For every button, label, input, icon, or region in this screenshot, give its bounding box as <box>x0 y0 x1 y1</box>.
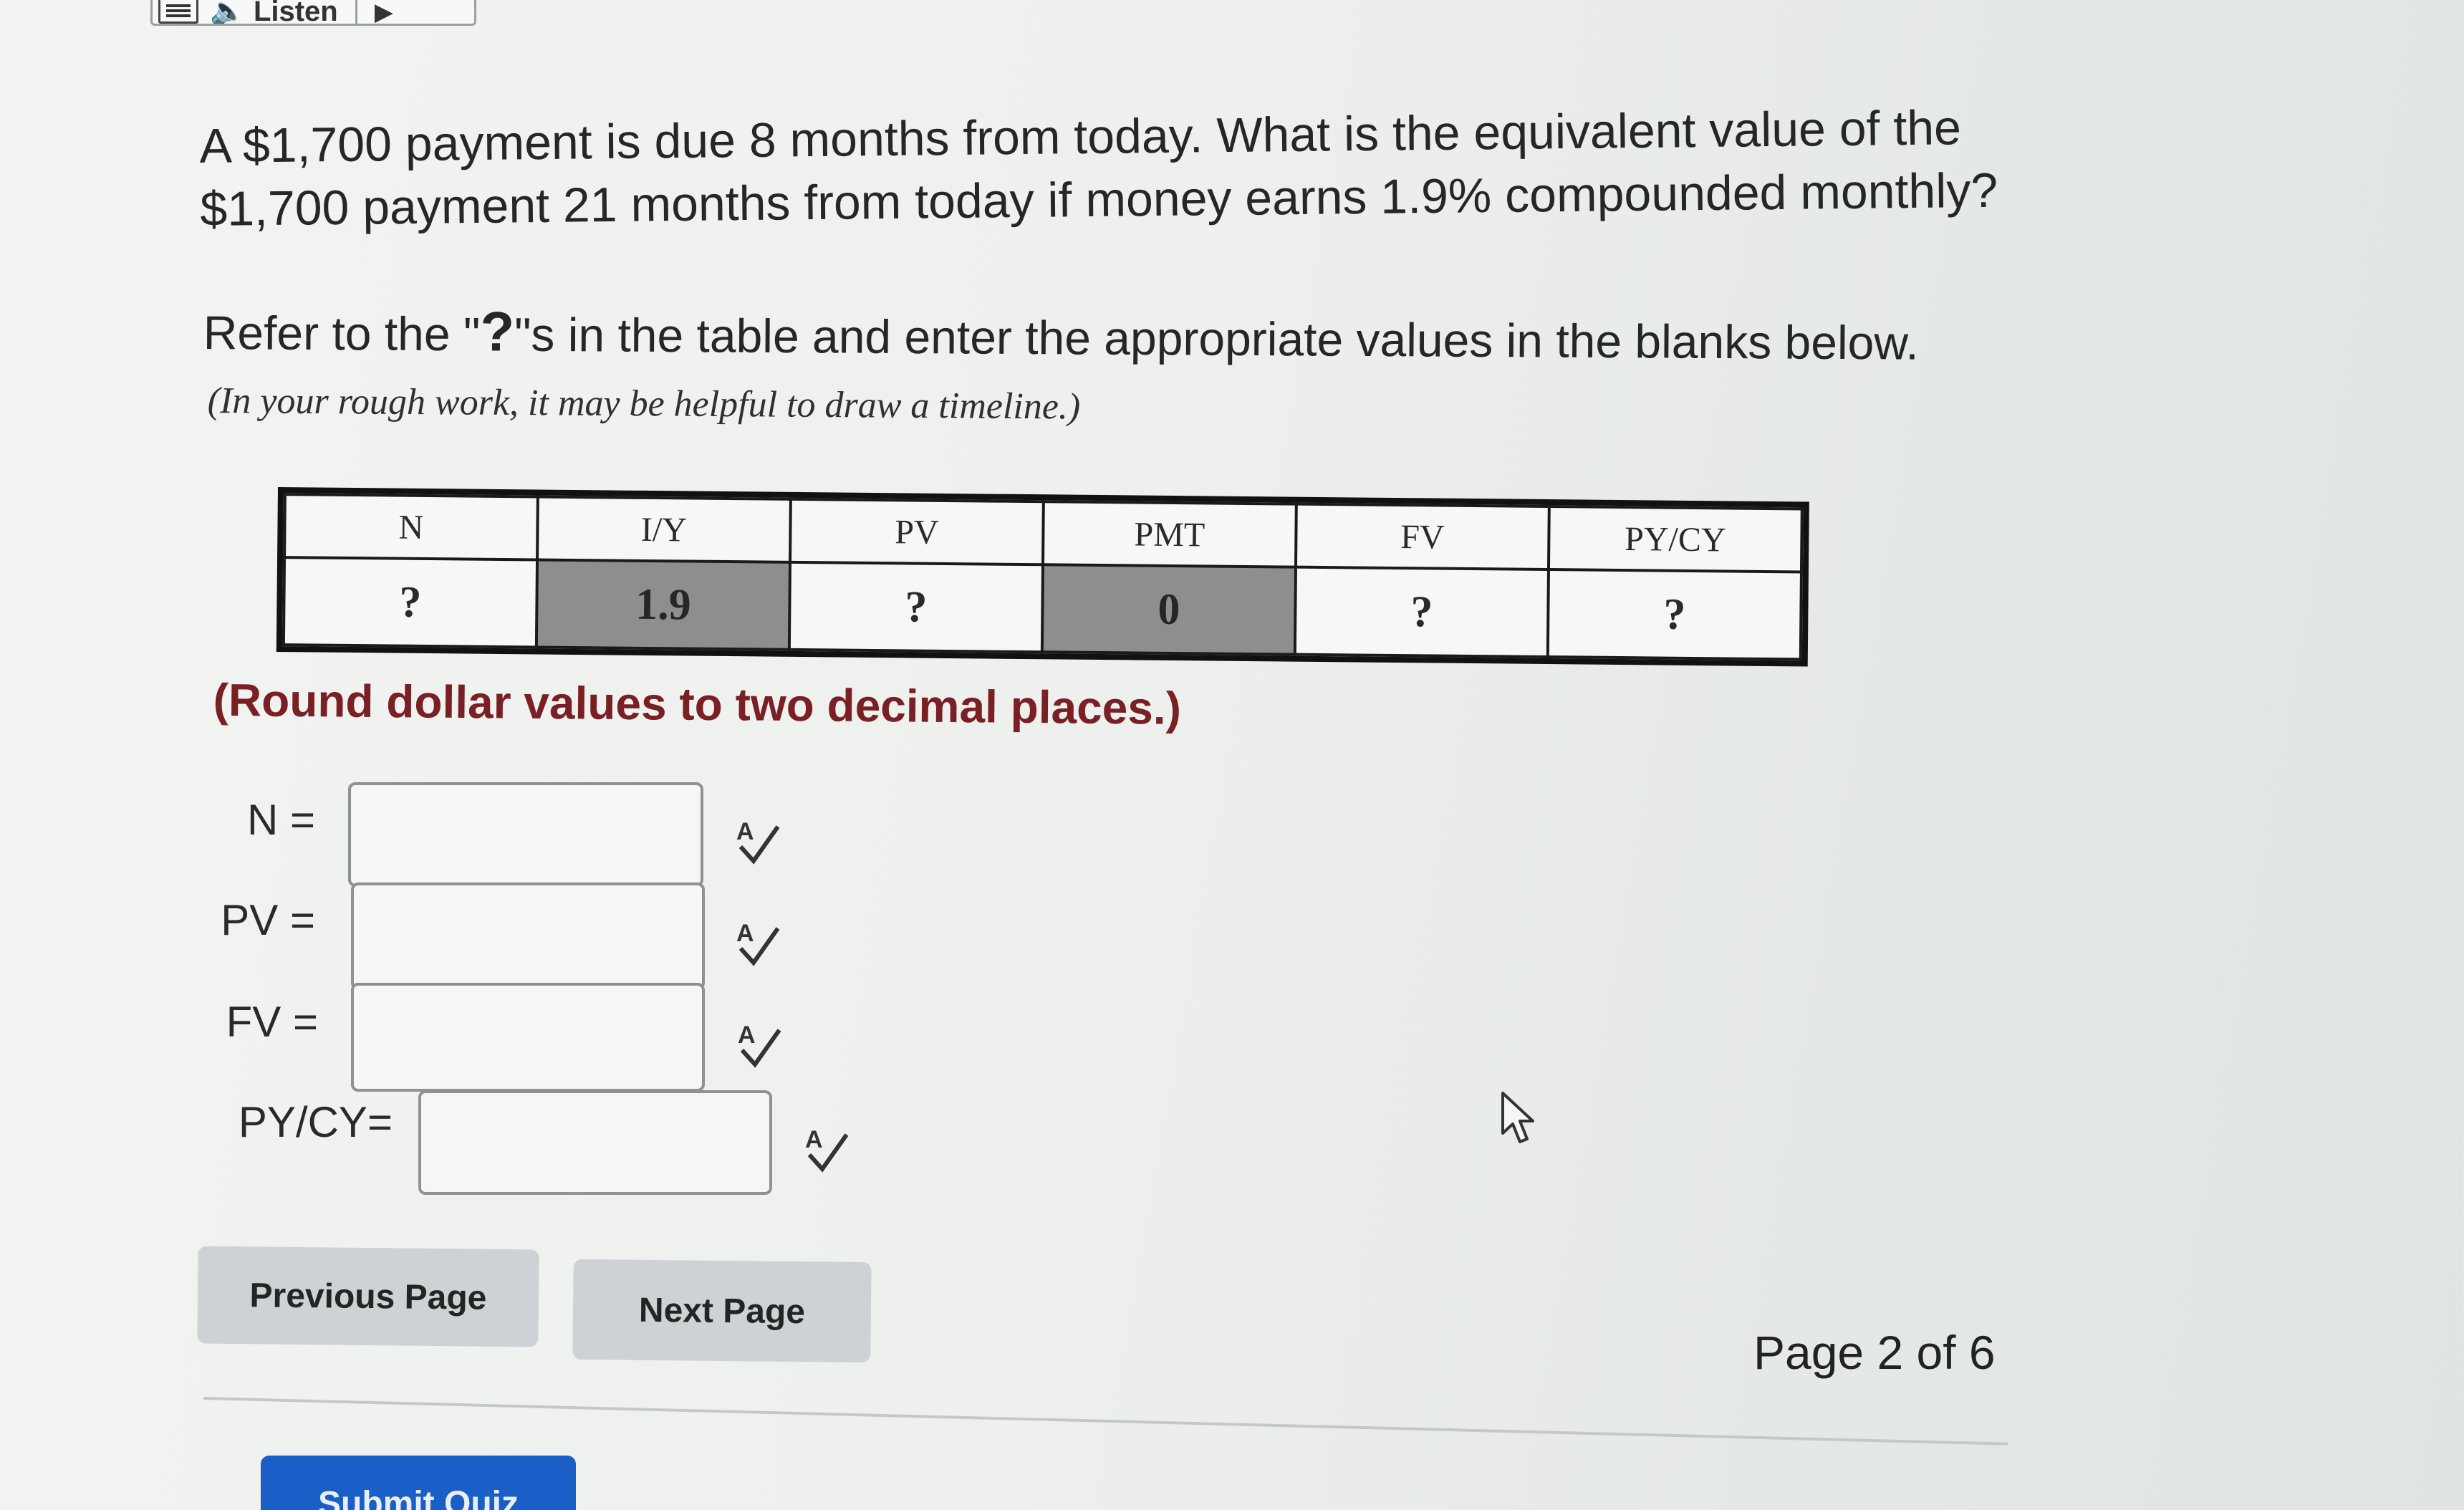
instruction-after: "s in the table and enter the appropriat… <box>514 307 1919 370</box>
page-indicator: Page 2 of 6 <box>1753 1326 1996 1379</box>
listen-button[interactable]: 🔈 Listen <box>210 0 338 24</box>
value-pycy: ? <box>1547 569 1801 660</box>
spellcheck-icon[interactable]: A <box>733 815 784 865</box>
svg-text:A: A <box>805 1126 823 1153</box>
svg-text:A: A <box>738 1021 756 1049</box>
listen-label: Listen <box>253 0 338 24</box>
spellcheck-icon[interactable]: A <box>735 1019 785 1069</box>
next-page-button[interactable]: Next Page <box>572 1259 872 1363</box>
divider <box>203 1397 2008 1446</box>
answer-input-n[interactable] <box>348 782 703 887</box>
value-pv: ? <box>789 562 1044 653</box>
value-n: ? <box>283 557 538 648</box>
reader-toolbar: 🔈 Listen ▶ <box>150 0 476 26</box>
header-iy: I/Y <box>537 496 791 562</box>
toolbar-divider <box>355 0 357 24</box>
header-pmt: PMT <box>1043 501 1296 567</box>
instruction-mark: ? <box>480 299 515 363</box>
svg-text:A: A <box>736 818 754 845</box>
header-n: N <box>284 494 538 560</box>
menu-icon[interactable] <box>158 0 198 24</box>
answer-label-fv: FV = <box>226 998 318 1046</box>
previous-page-button[interactable]: Previous Page <box>197 1246 539 1347</box>
value-iy: 1.9 <box>536 559 791 650</box>
timeline-hint: (In your rough work, it may be helpful t… <box>207 380 1081 428</box>
svg-text:A: A <box>736 920 754 947</box>
question-text: A $1,700 payment is due 8 months from to… <box>199 95 2063 241</box>
mouse-cursor-icon <box>1501 1092 1534 1143</box>
answer-input-pv[interactable] <box>351 883 705 990</box>
value-pmt: 0 <box>1041 564 1296 655</box>
header-pv: PV <box>790 499 1044 565</box>
tvm-table: N I/Y PV PMT FV PY/CY ? 1.9 ? 0 ? ? <box>276 487 1809 667</box>
play-icon[interactable]: ▶ <box>375 0 393 24</box>
instruction-text: Refer to the "?"s in the table and enter… <box>203 299 2065 372</box>
answer-input-fv[interactable] <box>351 983 705 1092</box>
header-pycy: PY/CY <box>1548 506 1802 572</box>
tvm-value-row: ? 1.9 ? 0 ? ? <box>283 557 1801 660</box>
answer-label-pycy: PY/CY= <box>238 1098 393 1146</box>
instruction-before: Refer to the " <box>203 305 481 361</box>
answer-label-pv: PV = <box>221 896 315 944</box>
answer-label-n: N = <box>246 796 315 844</box>
spellcheck-icon[interactable]: A <box>802 1123 852 1173</box>
value-fv: ? <box>1294 567 1549 658</box>
spellcheck-icon[interactable]: A <box>733 917 784 967</box>
speaker-icon: 🔈 <box>210 0 246 24</box>
submit-quiz-button[interactable]: Submit Quiz <box>261 1456 576 1510</box>
header-fv: FV <box>1295 504 1549 570</box>
answer-input-pycy[interactable] <box>418 1090 772 1195</box>
rounding-note: (Round dollar values to two decimal plac… <box>213 673 1182 734</box>
